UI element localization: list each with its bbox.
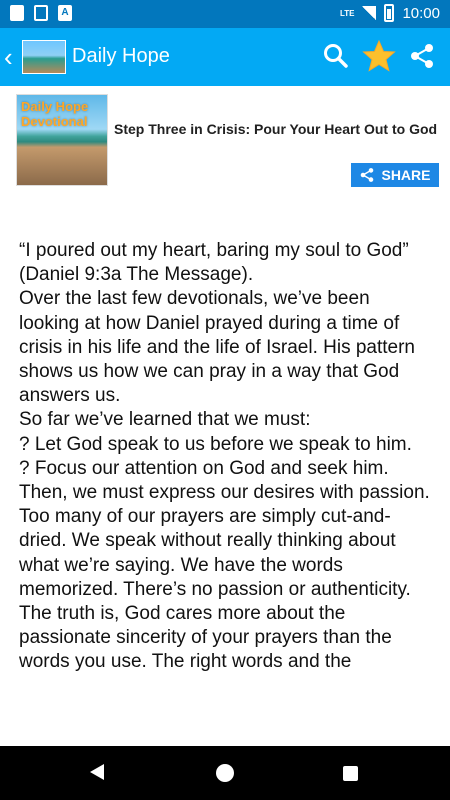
paragraph: ? Let God speak to us before we speak to… [19,433,412,455]
share-button[interactable]: SHARE [351,163,439,187]
share-icon[interactable] [408,42,436,70]
share-label: SHARE [381,167,431,183]
clock: 10:00 [402,4,440,22]
article-content[interactable]: Daily Hope Devotional Step Three in Cris… [0,86,450,746]
star-icon[interactable] [362,39,396,73]
notification-icons: A [10,5,72,21]
thumbnail-text: Daily Hope Devotional [21,99,89,129]
paragraph: So far we’ve learned that we must: [19,409,311,431]
navigation-bar [0,746,450,800]
paragraph: Then, we must express our desires with p… [19,482,430,504]
nav-recent-icon[interactable] [343,766,358,781]
status-bar: A LTE 10:00 [0,0,450,28]
paragraph: “I poured out my heart, baring my soul t… [19,240,409,286]
back-icon[interactable]: ‹ [4,42,22,72]
paragraph: Over the last few devotionals, we’ve bee… [19,288,416,407]
paragraph: The truth is, God cares more about the p… [19,603,392,673]
app-title: Daily Hope [72,45,170,67]
system-icons: LTE 10:00 [340,4,440,22]
share-icon [361,168,374,182]
font-a-icon: A [58,5,72,21]
article-title: Step Three in Crisis: Pour Your Heart Ou… [114,121,438,137]
sd-card-icon [10,5,24,21]
paragraph: Too many of our prayers are simply cut-a… [19,506,411,600]
paragraph: ? Focus our attention on God and seek hi… [19,457,389,479]
app-logo [22,40,66,74]
search-icon[interactable] [322,42,350,70]
nav-home-icon[interactable] [216,764,234,782]
article-body: “I poured out my heart, baring my soul t… [19,239,433,675]
article-thumbnail: Daily Hope Devotional [16,94,108,186]
battery-icon [384,4,395,22]
app-bar: ‹ Daily Hope [0,28,450,86]
nav-back-icon[interactable] [90,764,104,780]
signal-icon [362,6,377,20]
image-icon [34,5,48,21]
network-type: LTE [339,8,355,18]
